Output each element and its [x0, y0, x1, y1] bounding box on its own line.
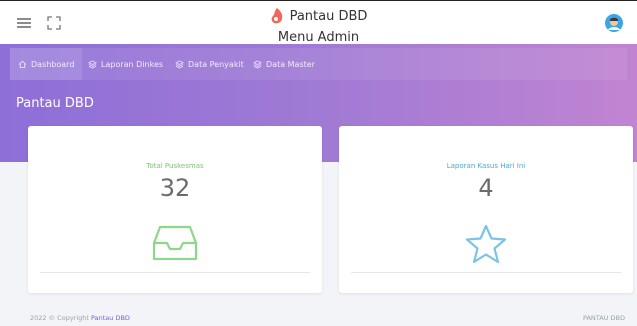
main-nav: Dashboard Laporan Dinkes Data Penyakit D… — [10, 48, 627, 80]
user-avatar-icon[interactable] — [605, 14, 623, 32]
copyright-link[interactable]: Pantau DBD — [91, 314, 130, 322]
nav-item-label: Dashboard — [31, 59, 75, 69]
stat-value: 4 — [478, 174, 494, 202]
home-icon — [18, 60, 27, 68]
footer-copyright: 2022 © Copyright Pantau DBD — [30, 314, 130, 322]
nav-item-laporan-dinkes[interactable]: Laporan Dinkes — [88, 48, 163, 80]
brand: Pantau DBD Menu Admin — [0, 7, 637, 45]
stat-card-total-puskesmas: Total Puskesmas 32 — [28, 126, 322, 293]
stat-card-laporan-kasus: Laporan Kasus Hari Ini 4 — [339, 126, 633, 293]
card-divider — [40, 272, 310, 273]
page-title: Pantau DBD — [16, 96, 94, 111]
mosquito-logo-icon — [271, 8, 282, 24]
nav-item-label: Data Master — [266, 59, 315, 69]
nav-item-dashboard[interactable]: Dashboard — [10, 48, 83, 80]
inbox-icon — [152, 225, 198, 261]
copyright-text: 2022 © Copyright — [30, 314, 89, 322]
layers-icon — [175, 59, 184, 69]
stat-label: Laporan Kasus Hari Ini — [446, 162, 526, 170]
star-icon — [465, 224, 507, 264]
nav-item-label: Laporan Dinkes — [101, 59, 164, 69]
top-bar: Pantau DBD Menu Admin — [0, 0, 637, 45]
nav-item-data-penyakit[interactable]: Data Penyakit — [175, 48, 244, 80]
nav-item-data-master[interactable]: Data Master — [253, 48, 315, 80]
layers-icon — [88, 59, 97, 69]
nav-item-label: Data Penyakit — [188, 59, 244, 69]
brand-name: Pantau DBD — [289, 8, 368, 24]
footer-brand: PANTAU DBD — [582, 314, 625, 322]
card-divider — [351, 272, 621, 273]
layers-icon — [253, 59, 262, 69]
stat-label: Total Puskesmas — [146, 162, 204, 170]
brand-subtitle: Menu Admin — [277, 30, 360, 45]
stat-value: 32 — [159, 174, 191, 202]
